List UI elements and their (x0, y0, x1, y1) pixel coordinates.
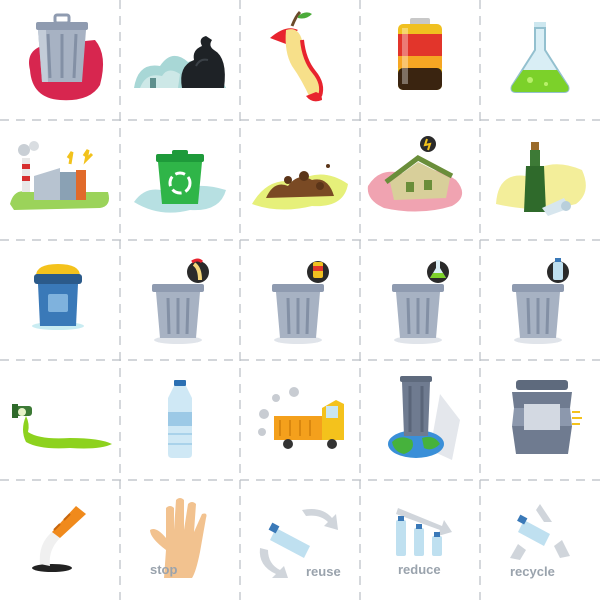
trash-can-on-earth-icon (360, 360, 480, 480)
trash-can-with-bottle-icon (480, 240, 600, 360)
broken-house-icon (360, 120, 480, 240)
compacting-trash-can-icon (480, 360, 600, 480)
polluting-factory-icon (0, 120, 120, 240)
apple-core-icon (240, 0, 360, 120)
recycle-bottle-icon: recycle (480, 480, 600, 600)
battery-icon (360, 0, 480, 120)
broken-glass-bottles-icon (480, 120, 600, 240)
plastic-bottle-icon (120, 360, 240, 480)
blue-lidded-bin-icon (0, 240, 120, 360)
chemical-flask-icon (480, 0, 600, 120)
recycle-label: recycle (510, 564, 555, 579)
dirt-mound-icon (240, 120, 360, 240)
leaking-pipe-icon (0, 360, 120, 480)
reuse-label: reuse (306, 564, 341, 579)
trash-can-with-battery-icon (240, 240, 360, 360)
garbage-bag-pile-icon (120, 0, 240, 120)
cigarette-butt-icon (0, 480, 120, 600)
reduce-bottles-icon: reduce (360, 480, 480, 600)
reduce-label: reduce (398, 562, 441, 577)
trash-can-with-apple-core-icon (120, 240, 240, 360)
trash-can-with-flask-icon (360, 240, 480, 360)
icon-grid: stop reuse reduce recycle (0, 0, 600, 600)
garbage-truck-icon (240, 360, 360, 480)
reuse-bottle-icon: reuse (240, 480, 360, 600)
green-recycle-bin-icon (120, 120, 240, 240)
trash-can-on-pink-splash-icon (0, 0, 120, 120)
stop-hand-icon: stop (120, 480, 240, 600)
stop-label: stop (150, 562, 178, 577)
